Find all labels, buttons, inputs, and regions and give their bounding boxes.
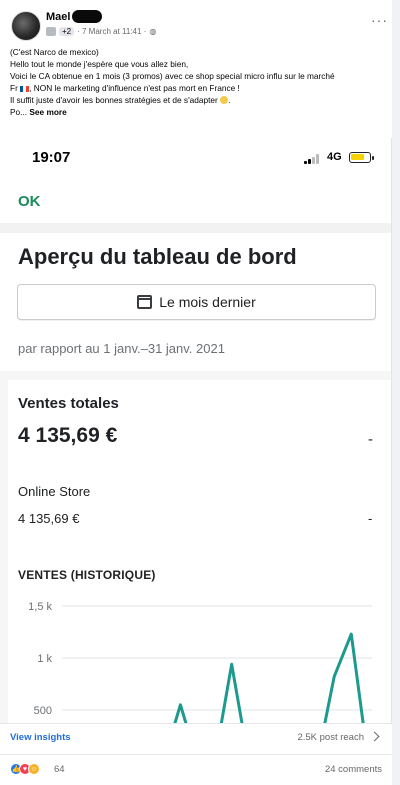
globe-icon: ◍ <box>149 27 157 36</box>
network-label: 4G <box>327 151 342 163</box>
total-sales-value: 4 135,69 € <box>18 424 118 447</box>
battery-icon <box>349 152 374 163</box>
post-line: Hello tout le monde j'espère que vous al… <box>10 59 189 69</box>
signal-icon <box>304 154 322 164</box>
total-sales-change: - <box>368 431 373 448</box>
sales-history-chart: 1,5 k 1 k 500 <box>28 601 372 723</box>
smirk-emoji-icon <box>220 96 229 104</box>
total-sales-label: Ventes totales <box>18 395 119 412</box>
y-tick-label: 500 <box>34 705 52 717</box>
reaction-count[interactable]: 64 <box>54 764 65 775</box>
page-edge <box>392 0 400 785</box>
status-time: 19:07 <box>32 149 71 166</box>
y-tick-label: 1,5 k <box>28 601 52 613</box>
author-name[interactable]: Mael <box>46 11 70 23</box>
online-store-value: 4 135,69 € <box>18 511 80 526</box>
post-line: (C'est Narco de mexico) <box>10 47 99 57</box>
view-insights-link[interactable]: View insights <box>10 732 71 743</box>
group-badge-icon <box>46 27 56 36</box>
facebook-post: Mael +2 · 7 March at 11:41 · ◍ ··· (C'es… <box>0 0 400 785</box>
laugh-icon: ☺ <box>28 763 40 775</box>
calendar-icon <box>137 295 153 309</box>
post-line: Voici le CA obtenue en 1 mois (3 promos)… <box>10 71 335 81</box>
section-divider <box>0 223 391 233</box>
avatar[interactable] <box>11 11 41 41</box>
status-bar: 19:07 4G <box>0 138 391 176</box>
date-range-button[interactable]: Le mois dernier <box>17 284 376 320</box>
post-line: Po... See more <box>10 107 67 117</box>
online-store-change: - <box>368 511 373 526</box>
dashboard-title: Aperçu du tableau de bord <box>18 244 297 269</box>
post-line: Il suffit juste d'avoir les bonnes strat… <box>10 95 231 105</box>
more-horizontal-icon[interactable]: ··· <box>371 12 388 28</box>
post-line: Fr , NON le marketing d'influence n'est … <box>10 83 240 93</box>
post-reach[interactable]: 2.5K post reach <box>297 732 364 743</box>
post-meta: +2 · 7 March at 11:41 · ◍ <box>46 27 156 36</box>
embedded-screenshot: 19:07 4G OK Aperçu du tableau de bord Le… <box>0 138 392 723</box>
badge-count[interactable]: +2 <box>59 27 75 36</box>
online-store-label: Online Store <box>18 484 91 499</box>
post-header: Mael +2 · 7 March at 11:41 · ◍ ··· <box>8 8 392 42</box>
y-tick-label: 1 k <box>37 653 52 665</box>
comparison-text: par rapport au 1 janv.–31 janv. 2021 <box>18 341 225 356</box>
comments-count[interactable]: 24 comments <box>325 764 382 775</box>
france-flag-icon <box>20 86 30 92</box>
post-timestamp[interactable]: · 7 March at 11:41 · <box>77 27 146 36</box>
sales-history-title: VENTES (HISTORIQUE) <box>18 568 156 582</box>
post-text: (C'est Narco de mexico) Hello tout le mo… <box>10 46 390 118</box>
see-more-link[interactable]: See more <box>29 107 66 117</box>
redaction-bar <box>72 10 102 23</box>
date-range-label: Le mois dernier <box>159 294 256 310</box>
ok-button[interactable]: OK <box>18 193 41 210</box>
reaction-icons[interactable]: 👍 ♥ ☺ <box>10 763 40 775</box>
